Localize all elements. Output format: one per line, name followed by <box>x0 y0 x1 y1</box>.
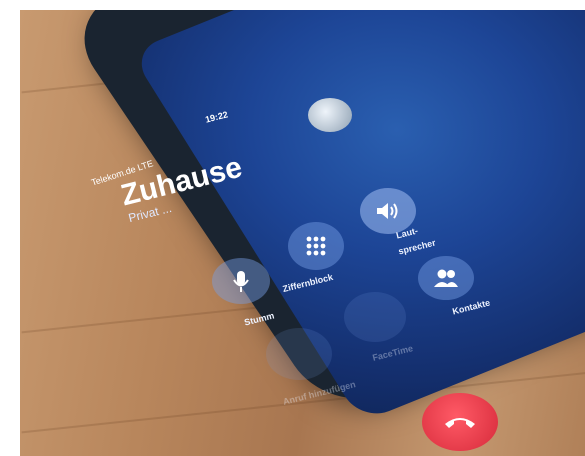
caller-avatar <box>308 98 352 132</box>
end-call-icon <box>445 418 475 428</box>
contacts-button[interactable] <box>418 256 474 300</box>
keypad-button[interactable] <box>288 222 344 270</box>
add-call-button[interactable] <box>266 328 332 380</box>
contacts-icon <box>434 269 458 287</box>
speaker-icon <box>377 203 398 219</box>
keypad-icon <box>306 236 326 256</box>
top-border <box>20 0 585 10</box>
end-call-button[interactable] <box>422 393 498 451</box>
facetime-button[interactable] <box>344 292 406 342</box>
mute-button[interactable] <box>212 258 270 304</box>
mute-icon <box>233 271 249 292</box>
